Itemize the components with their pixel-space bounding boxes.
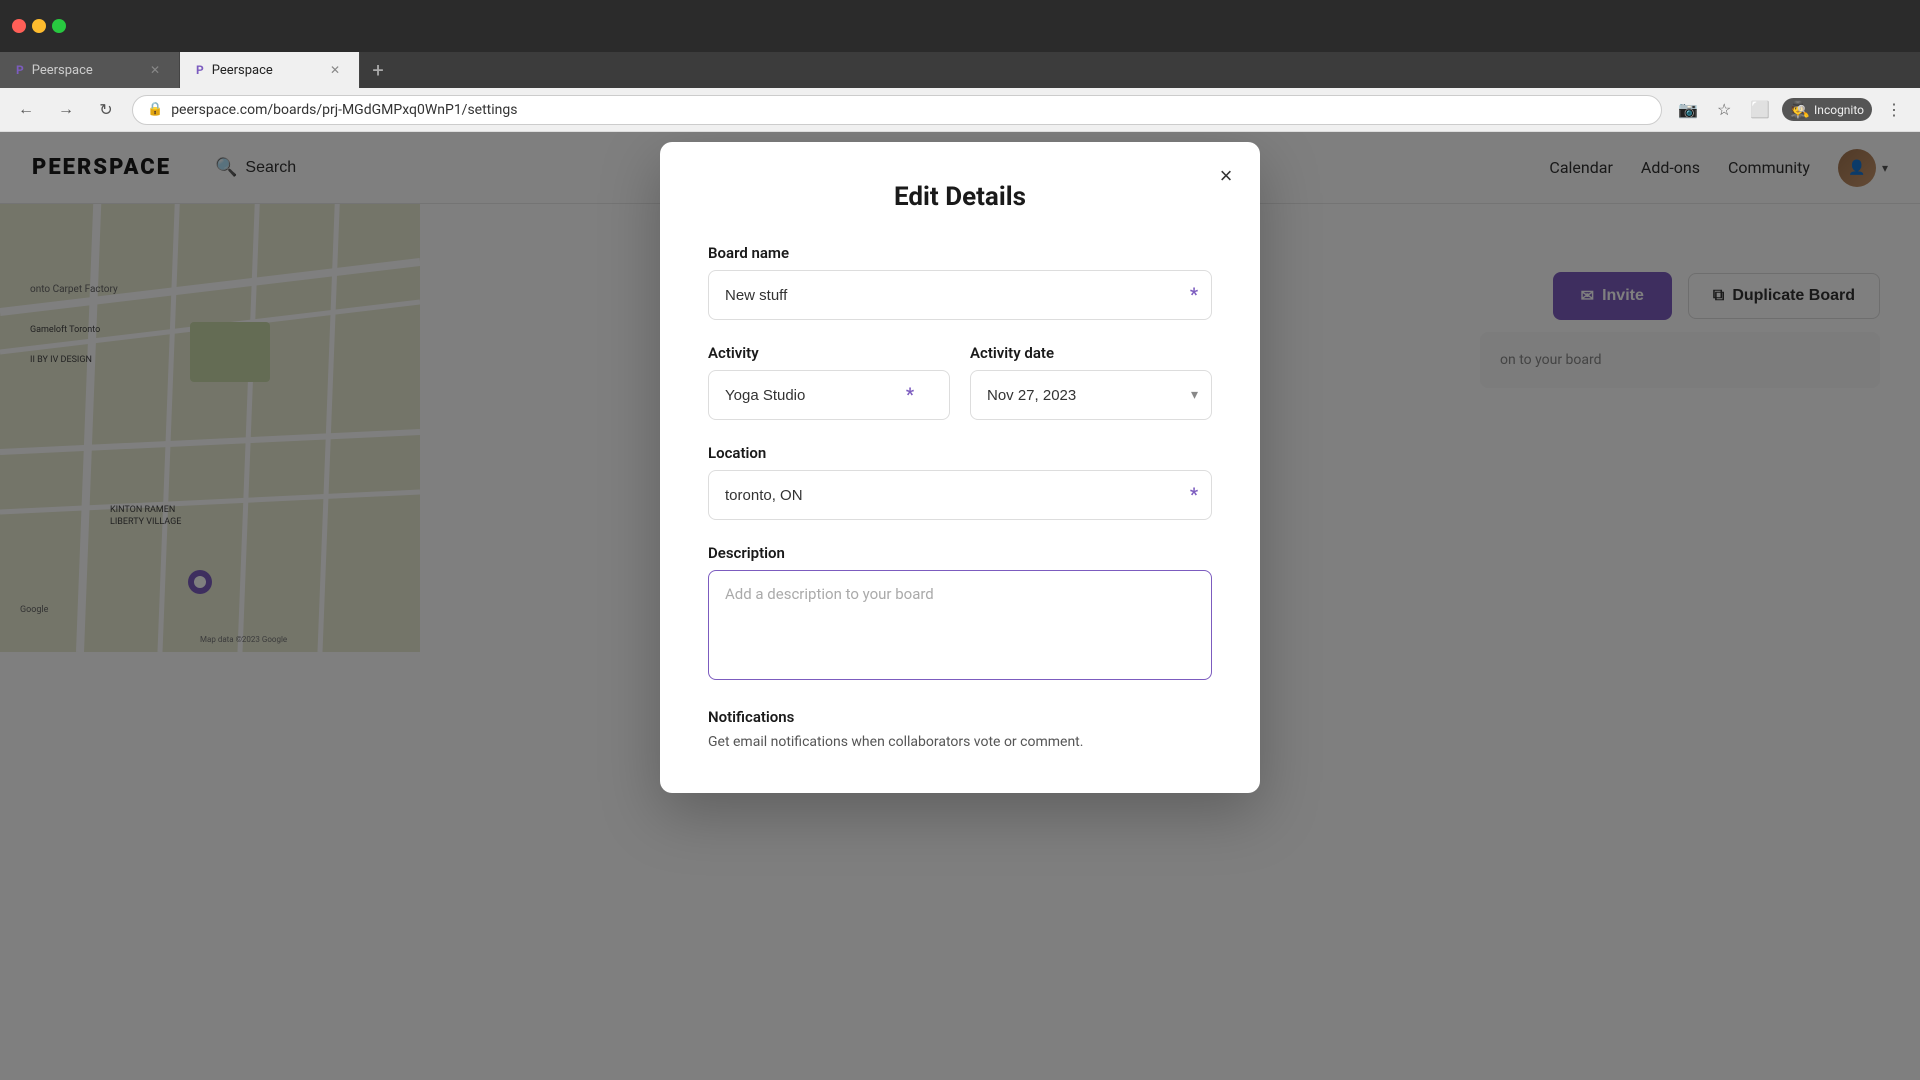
tab-2-title: Peerspace	[212, 63, 273, 78]
modal-title: Edit Details	[708, 182, 1212, 212]
camera-icon[interactable]: 📷	[1674, 96, 1702, 124]
star-icon[interactable]: ☆	[1710, 96, 1738, 124]
location-input-wrapper: *	[708, 470, 1212, 520]
address-bar[interactable]: 🔒 peerspace.com/boards/prj-MGdGMPxq0WnP1…	[132, 95, 1662, 125]
board-name-group: Board name *	[708, 244, 1212, 320]
activity-date-label: Activity date	[970, 344, 1212, 362]
tab-1-favicon: P	[16, 63, 24, 77]
notifications-section: Notifications Get email notifications wh…	[708, 708, 1212, 753]
notifications-text: Get email notifications when collaborato…	[708, 732, 1212, 753]
browser-actions: 📷 ☆ ⬜ 🕵️ Incognito ⋮	[1674, 96, 1908, 124]
address-text: peerspace.com/boards/prj-MGdGMPxq0WnP1/s…	[171, 102, 1647, 118]
tab-1-title: Peerspace	[32, 63, 93, 78]
board-name-input-wrapper: *	[708, 270, 1212, 320]
menu-button[interactable]: ⋮	[1880, 96, 1908, 124]
description-group: Description	[708, 544, 1212, 684]
activity-required-indicator: *	[906, 385, 914, 406]
activity-row: Activity Yoga Studio * Activity date Nov…	[708, 344, 1212, 444]
tab-2-favicon: P	[196, 63, 204, 77]
incognito-label: Incognito	[1814, 103, 1864, 117]
activity-label: Activity	[708, 344, 950, 362]
activity-select-wrapper: Yoga Studio *	[708, 370, 950, 420]
browser-chrome	[0, 0, 1920, 52]
location-label: Location	[708, 444, 1212, 462]
board-name-input[interactable]	[708, 270, 1212, 320]
site-wrapper: PEERSPACE 🔍 Search Calendar Add-ons Comm…	[0, 132, 1920, 1080]
modal-overlay[interactable]: × Edit Details Board name * Activity Yog…	[0, 132, 1920, 1080]
window-controls	[12, 19, 66, 33]
board-name-required-indicator: *	[1190, 285, 1198, 306]
close-icon: ×	[1220, 163, 1233, 189]
lock-icon: 🔒	[147, 102, 163, 117]
tab-2-close[interactable]: ✕	[327, 62, 343, 78]
window-maximize-button[interactable]	[52, 19, 66, 33]
forward-button[interactable]: →	[52, 96, 80, 124]
board-name-label: Board name	[708, 244, 1212, 262]
activity-date-select[interactable]: Nov 27, 2023	[970, 370, 1212, 420]
activity-group: Activity Yoga Studio *	[708, 344, 950, 420]
modal-close-button[interactable]: ×	[1210, 160, 1242, 192]
incognito-badge[interactable]: 🕵️ Incognito	[1782, 98, 1872, 121]
browser-tab-1[interactable]: P Peerspace ✕	[0, 52, 180, 88]
location-group: Location *	[708, 444, 1212, 520]
description-label: Description	[708, 544, 1212, 562]
incognito-avatar-icon: 🕵️	[1790, 100, 1810, 119]
address-bar-row: ← → ↻ 🔒 peerspace.com/boards/prj-MGdGMPx…	[0, 88, 1920, 132]
edit-details-modal: × Edit Details Board name * Activity Yog…	[660, 142, 1260, 793]
browser-tab-2[interactable]: P Peerspace ✕	[180, 52, 360, 88]
extension-icon[interactable]: ⬜	[1746, 96, 1774, 124]
notifications-title: Notifications	[708, 708, 1212, 726]
description-textarea[interactable]	[708, 570, 1212, 680]
location-required-indicator: *	[1190, 485, 1198, 506]
activity-date-select-wrapper: Nov 27, 2023 ▾	[970, 370, 1212, 420]
window-minimize-button[interactable]	[32, 19, 46, 33]
window-close-button[interactable]	[12, 19, 26, 33]
refresh-button[interactable]: ↻	[92, 96, 120, 124]
tabs-bar: P Peerspace ✕ P Peerspace ✕ +	[0, 52, 1920, 88]
new-tab-button[interactable]: +	[360, 52, 396, 88]
back-button[interactable]: ←	[12, 96, 40, 124]
tab-1-close[interactable]: ✕	[147, 62, 163, 78]
location-input[interactable]	[708, 470, 1212, 520]
activity-date-group: Activity date Nov 27, 2023 ▾	[970, 344, 1212, 420]
